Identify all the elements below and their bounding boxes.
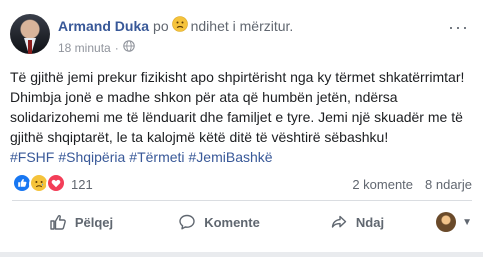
card-bottom-divider [0,252,483,257]
share-icon [331,215,347,228]
author-name[interactable]: Armand Duka [58,18,149,34]
share-label: Ndaj [355,214,385,230]
globe-icon[interactable] [122,40,135,55]
hashtag-link[interactable]: #JemiBashkë [189,149,273,165]
engagement-counts: 2 komente 8 ndarje [340,177,472,192]
reaction-count[interactable]: 121 [71,177,93,192]
hashtag-link[interactable]: #Tërmeti [129,149,184,165]
comments-count[interactable]: 2 komente [352,177,413,192]
love-icon [46,172,66,196]
comment-button[interactable]: Komente [150,206,288,238]
sad-face-icon [171,16,188,35]
thumbs-up-icon [50,215,66,230]
like-label: Pëlqej [74,214,114,230]
post-time[interactable]: 18 minuta [58,41,111,55]
author-avatar[interactable] [10,14,50,54]
action-bar: Pëlqej Komente Ndaj ▼ [12,205,472,239]
comment-icon [179,214,195,230]
post-header: Armand Duka po ndihet i mërzitur. [58,16,293,35]
share-button[interactable]: Ndaj [288,206,426,238]
hashtag-link[interactable]: #Shqipëria [58,149,125,165]
post-card: Armand Duka po ndihet i mërzitur. 18 min… [0,0,483,257]
actions-top-divider [12,200,472,201]
more-options-icon[interactable]: ··· [448,18,469,36]
hashtag-link[interactable]: #FSHF [10,149,54,165]
reactions-summary: 121 2 komente 8 ndarje [12,172,472,196]
like-button[interactable]: Pëlqej [12,206,150,238]
hashtags: #FSHF #Shqipëria #Tërmeti #JemiBashkë [10,149,277,165]
comment-label: Komente [204,214,260,230]
shares-count[interactable]: 8 ndarje [425,177,472,192]
post-meta: 18 minuta · [58,40,135,55]
feeling-verb: po [153,17,169,34]
user-avatar [436,212,457,232]
reaction-icons[interactable] [12,172,66,196]
reaction-audience-selector[interactable]: ▼ [426,212,472,232]
meta-separator: · [114,40,119,55]
post-text: Të gjithë jemi prekur fizikisht apo shpi… [10,67,475,167]
caret-down-icon: ▼ [462,216,472,228]
post-text-content: Të gjithë jemi prekur fizikisht apo shpi… [10,69,465,145]
post-body: Të gjithë jemi prekur fizikisht apo shpi… [10,67,475,167]
avatar-tie [28,40,32,54]
feeling-text: ndihet i mërzitur. [190,17,294,34]
